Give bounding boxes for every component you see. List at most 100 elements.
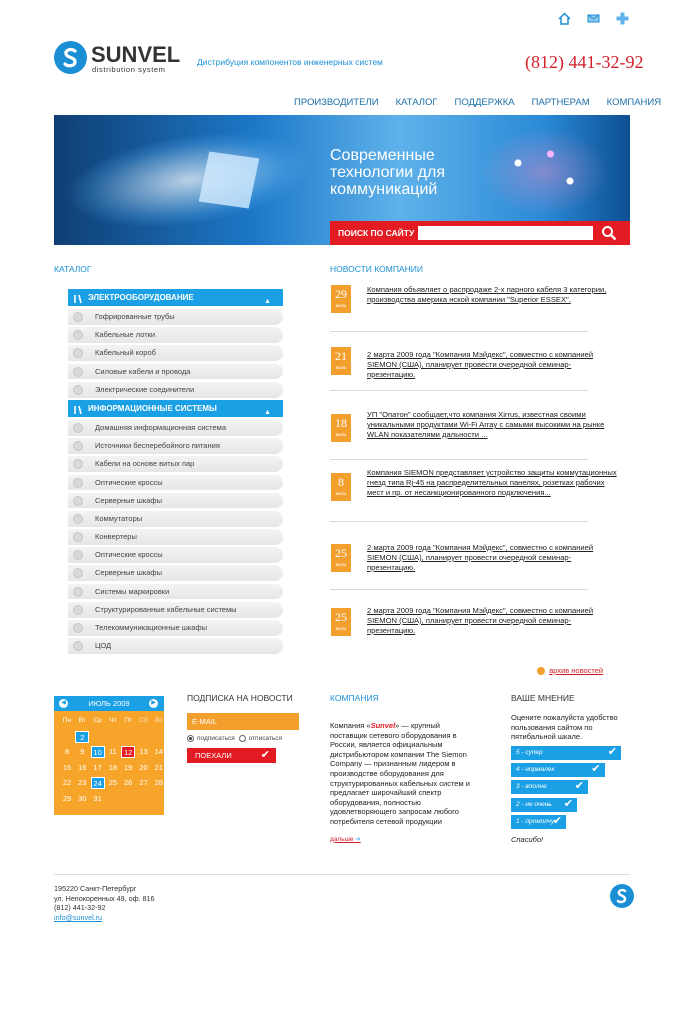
logo-icon	[54, 41, 87, 74]
calendar-day[interactable]: 28	[152, 777, 166, 789]
search-bar: ПОИСК ПО САЙТУ	[330, 221, 630, 245]
subscribe-button[interactable]: ПОЕХАЛИ ✔	[187, 748, 276, 764]
catalog-item[interactable]: Кабели на основе витых пар	[68, 456, 283, 473]
poll-option[interactable]: 1 - промолчу ✔	[511, 814, 566, 829]
catalog-item[interactable]: Коммутаторы	[68, 510, 283, 527]
calendar-day[interactable]: 9	[75, 746, 89, 758]
nav-partners[interactable]: ПАРТНЕРАМ	[532, 97, 590, 108]
calendar-empty	[60, 731, 74, 743]
poll-option[interactable]: 4 - нормалек ✔	[511, 763, 605, 778]
calendar-day[interactable]: 14	[152, 746, 166, 758]
gear-icon	[73, 330, 83, 341]
news-link[interactable]: 2 марта 2009 года "Компания Мэйдекс", со…	[367, 543, 617, 573]
search-label: ПОИСК ПО САЙТУ	[338, 228, 415, 238]
check-icon: ✔	[591, 763, 601, 776]
catalog-item[interactable]: Оптические кроссы	[68, 474, 283, 491]
nav-support[interactable]: ПОДДЕРЖКА	[455, 97, 515, 108]
calendar-header: ◀ ИЮЛЬ 2009 ▶	[54, 696, 164, 711]
nav-manufacturers[interactable]: ПРОИЗВОДИТЕЛИ	[294, 97, 379, 108]
catalog-item[interactable]: Силовые кабели и провода	[68, 363, 283, 380]
news-link[interactable]: УП "Опатон" сообщает,что компания Xirrus…	[367, 410, 617, 440]
catalog-group-electrical[interactable]: ЭЛЕКТРООБОРУДОВАНИЕ ▲	[68, 289, 283, 306]
catalog-item[interactable]: Домашняя информационная система	[68, 419, 283, 436]
catalog-item[interactable]: Кабельный короб	[68, 345, 283, 362]
calendar-day[interactable]: 17	[91, 762, 105, 774]
catalog-item[interactable]: Конвертеры	[68, 529, 283, 545]
gear-icon	[73, 441, 83, 452]
company-title: КОМПАНИЯ	[330, 693, 379, 703]
catalog-item[interactable]: Источники бесперебойного питания	[68, 438, 283, 454]
calendar-day[interactable]: 25	[106, 777, 120, 789]
catalog-item[interactable]: ЦОД	[68, 638, 283, 654]
calendar-day[interactable]: 16	[75, 762, 89, 774]
catalog-item[interactable]: Гофрированные трубы	[68, 309, 283, 325]
news-divider	[330, 459, 588, 460]
gear-icon	[73, 550, 83, 561]
calendar-day[interactable]: 13	[136, 746, 150, 758]
search-input[interactable]	[418, 226, 593, 240]
calendar-day[interactable]: 12	[121, 746, 136, 758]
nav-catalog[interactable]: КАТАЛОГ	[396, 97, 438, 108]
catalog-item[interactable]: Серверные шкафы	[68, 492, 283, 509]
calendar-empty	[136, 731, 150, 743]
news-item: 8 июль Компания SIEMON представляет устро…	[330, 468, 618, 544]
radio-subscribe[interactable]	[187, 735, 194, 742]
radio-unsubscribe[interactable]	[238, 735, 246, 742]
calendar-day[interactable]: 15	[60, 762, 74, 774]
news-archive-link[interactable]: архив новостей	[537, 666, 603, 676]
catalog-group-info-systems[interactable]: ИНФОРМАЦИОННЫЕ СИСТЕМЫ ▲	[68, 399, 283, 417]
calendar-day[interactable]: 11	[106, 746, 120, 758]
calendar-day[interactable]: 23	[75, 777, 89, 789]
catalog-item[interactable]: Структурированные кабельные системы	[68, 601, 283, 618]
calendar-day[interactable]: 19	[121, 762, 135, 774]
calendar-day[interactable]: 2	[75, 730, 90, 743]
news-link[interactable]: 2 марта 2009 года "Компания Мэйдекс", со…	[367, 606, 617, 636]
calendar-day[interactable]: 22	[60, 777, 74, 789]
calendar-day[interactable]: 18	[106, 762, 120, 774]
catalog-item[interactable]: Оптические кроссы	[68, 547, 283, 564]
catalog-item[interactable]: Системы маркировки	[68, 583, 283, 600]
sitemap-icon[interactable]	[616, 12, 629, 25]
catalog-item[interactable]: Электрические соединители	[68, 381, 283, 398]
news-divider	[330, 521, 588, 522]
calendar-empty	[106, 793, 120, 805]
news-link[interactable]: Компания объявляет о распродаже 2-х парн…	[367, 285, 617, 305]
calendar-day[interactable]: 31	[91, 793, 105, 805]
calendar-day[interactable]: 26	[121, 777, 135, 789]
tools-icon	[73, 404, 83, 415]
calendar-day[interactable]: 24	[90, 777, 105, 789]
calendar-day[interactable]: 29	[60, 793, 74, 805]
footer-divider	[54, 874, 630, 875]
calendar-day[interactable]: 27	[136, 777, 150, 789]
poll-option[interactable]: 2 - не очень ✔	[511, 797, 577, 812]
home-icon[interactable]	[558, 12, 571, 25]
calendar-empty	[121, 793, 135, 805]
calendar-day[interactable]: 10	[90, 746, 105, 758]
collapse-icon[interactable]: ▲	[264, 293, 271, 310]
catalog-item[interactable]: Телекоммуникационные шкафы	[68, 620, 283, 636]
search-icon[interactable]	[600, 224, 618, 242]
calendar-day[interactable]: 21	[152, 762, 166, 774]
gear-icon	[73, 477, 83, 488]
gear-icon	[73, 366, 83, 377]
catalog-item[interactable]: Серверные шкафы	[68, 565, 283, 582]
poll-option[interactable]: 3 - вполне ✔	[511, 780, 588, 795]
mail-icon[interactable]	[587, 12, 600, 25]
logo[interactable]: SUNVEL distribution system	[54, 41, 184, 76]
poll-option[interactable]: 5 - супер ✔	[511, 745, 621, 760]
prev-month-icon[interactable]: ◀	[59, 699, 68, 708]
catalog-item[interactable]: Кабельные лотки	[68, 327, 283, 343]
news-item: 25 июль 2 марта 2009 года "Компания Мэйде…	[330, 606, 618, 670]
footer-email-link[interactable]: info@sunvel.ru	[54, 913, 102, 922]
collapse-icon[interactable]: ▲	[264, 404, 271, 421]
calendar-day[interactable]: 30	[75, 793, 89, 805]
email-field[interactable]: E-MAIL	[187, 713, 299, 730]
company-more-link[interactable]: дальше ➜	[330, 835, 470, 843]
calendar-day[interactable]: 20	[136, 762, 150, 774]
calendar-day[interactable]: 8	[60, 746, 74, 758]
nav-company[interactable]: КОМПАНИЯ	[607, 97, 661, 108]
next-month-icon[interactable]: ▶	[149, 699, 158, 708]
footer-logo-icon[interactable]	[610, 884, 634, 908]
news-link[interactable]: 2 марта 2009 года "Компания Мэйдекс", со…	[367, 350, 617, 380]
news-link[interactable]: Компания SIEMON представляет устройство …	[367, 468, 617, 498]
